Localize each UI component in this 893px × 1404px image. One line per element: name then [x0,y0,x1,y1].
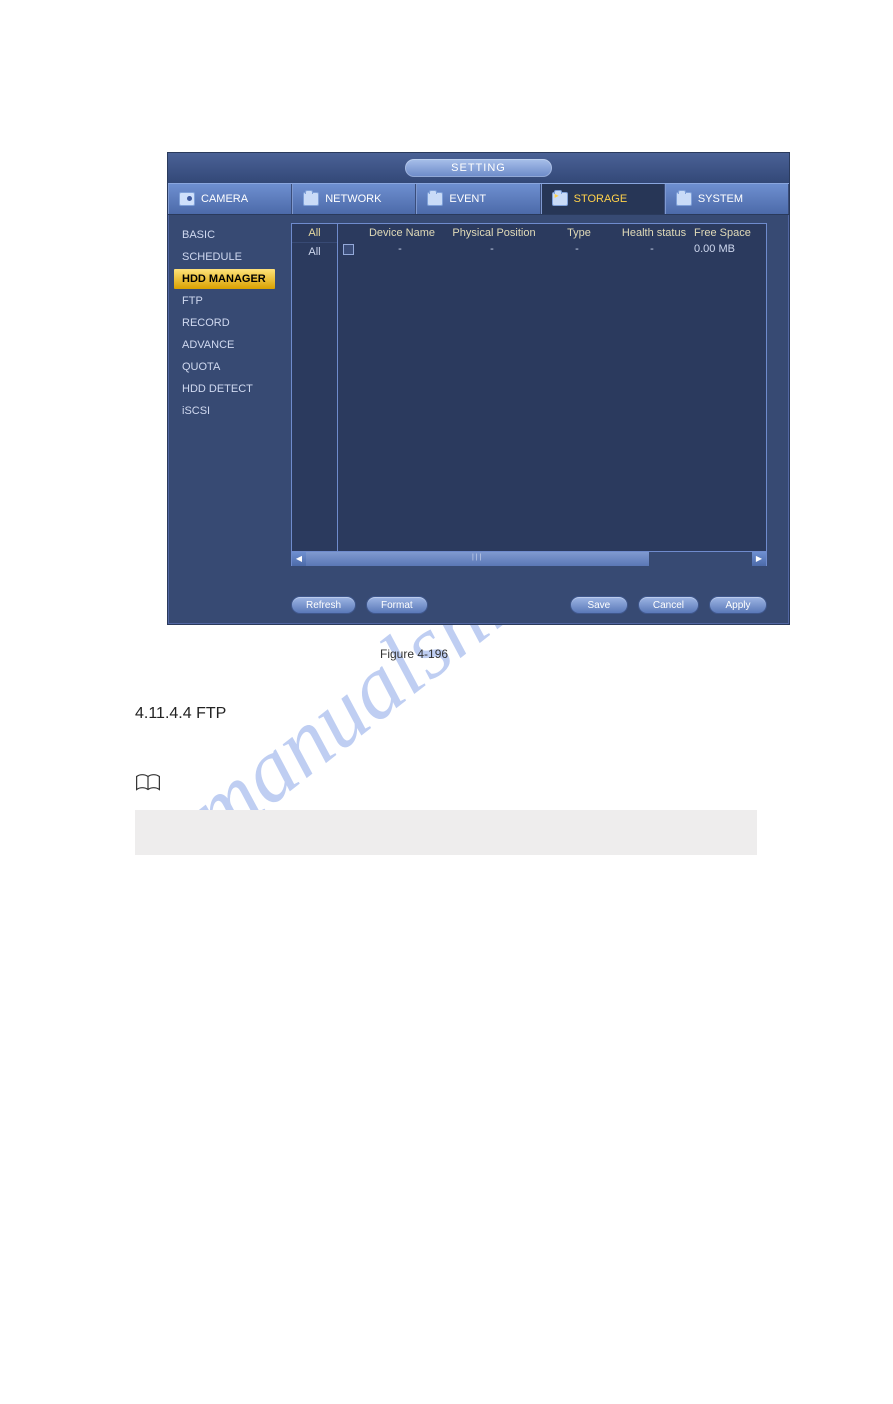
cell-type: - [542,242,612,259]
left-col-row[interactable]: All [292,243,337,261]
apply-button[interactable]: Apply [709,596,767,614]
cell-free-space: 0.00 MB [692,242,762,259]
scroll-right-icon[interactable]: ▶ [752,552,766,566]
tab-label: SYSTEM [698,193,743,205]
cell-device-name: - [358,242,442,259]
titlebar: SETTING [168,153,789,183]
scrollbar-thumb[interactable]: ||| [306,552,649,566]
button-row: Refresh Format Save Cancel Apply [291,596,767,614]
save-button[interactable]: Save [570,596,628,614]
sidebar-item-quota[interactable]: QUOTA [174,357,275,377]
tab-label: NETWORK [325,193,381,205]
table-left-column: All All [292,224,338,551]
book-icon [135,773,161,793]
table-header-row: Device Name Physical Position Type Healt… [338,224,766,242]
scrollbar-track[interactable]: ||| [306,552,752,566]
col-header-device-name[interactable]: Device Name [360,227,444,239]
window-title: SETTING [405,159,552,177]
main-pane: All All Device Name Physical Position Ty… [281,215,789,626]
col-header-type[interactable]: Type [544,227,614,239]
note-row [135,773,161,793]
table-row[interactable]: - - - - 0.00 MB [338,242,766,259]
tab-network[interactable]: NETWORK [292,184,416,214]
event-icon [427,192,443,206]
col-header-physical-position[interactable]: Physical Position [444,227,544,239]
system-icon [676,192,692,206]
camera-icon [179,192,195,206]
refresh-button[interactable]: Refresh [291,596,356,614]
tab-label: STORAGE [574,193,628,205]
tab-system[interactable]: SYSTEM [665,184,789,214]
col-header-free-space[interactable]: Free Space [694,227,764,239]
tab-label: CAMERA [201,193,248,205]
sidebar-item-advance[interactable]: ADVANCE [174,335,275,355]
storage-icon [552,192,568,206]
sidebar-item-ftp[interactable]: FTP [174,291,275,311]
tab-event[interactable]: EVENT [416,184,540,214]
scroll-left-icon[interactable]: ◀ [292,552,306,566]
format-button[interactable]: Format [366,596,428,614]
row-checkbox[interactable] [343,244,354,255]
section-heading: 4.11.4.4 FTP [135,705,226,723]
table-data-column: Device Name Physical Position Type Healt… [338,224,766,551]
tab-camera[interactable]: CAMERA [168,184,292,214]
figure-caption: Figure 4-196 [380,647,448,661]
scrollbar-grip-icon: ||| [472,554,483,561]
tab-label: EVENT [449,193,486,205]
sidebar: BASIC SCHEDULE HDD MANAGER FTP RECORD AD… [168,215,281,626]
cell-physical-position: - [442,242,542,259]
sidebar-item-basic[interactable]: BASIC [174,225,275,245]
highlight-block [135,810,757,855]
sidebar-item-hdd-manager[interactable]: HDD MANAGER [174,269,275,289]
hdd-table: All All Device Name Physical Position Ty… [291,223,767,566]
settings-window: SETTING CAMERA NETWORK EVENT STORAGE SYS… [167,152,790,625]
tab-storage[interactable]: STORAGE [541,184,665,214]
left-col-header[interactable]: All [292,224,337,243]
col-header-checkbox [340,227,360,239]
network-icon [303,192,319,206]
cancel-button[interactable]: Cancel [638,596,699,614]
horizontal-scrollbar[interactable]: ◀ ||| ▶ [292,551,766,565]
tabstrip: CAMERA NETWORK EVENT STORAGE SYSTEM [168,183,789,215]
sidebar-item-hdd-detect[interactable]: HDD DETECT [174,379,275,399]
sidebar-item-schedule[interactable]: SCHEDULE [174,247,275,267]
sidebar-item-iscsi[interactable]: iSCSI [174,401,275,421]
cell-health-status: - [612,242,692,259]
col-header-health-status[interactable]: Health status [614,227,694,239]
sidebar-item-record[interactable]: RECORD [174,313,275,333]
